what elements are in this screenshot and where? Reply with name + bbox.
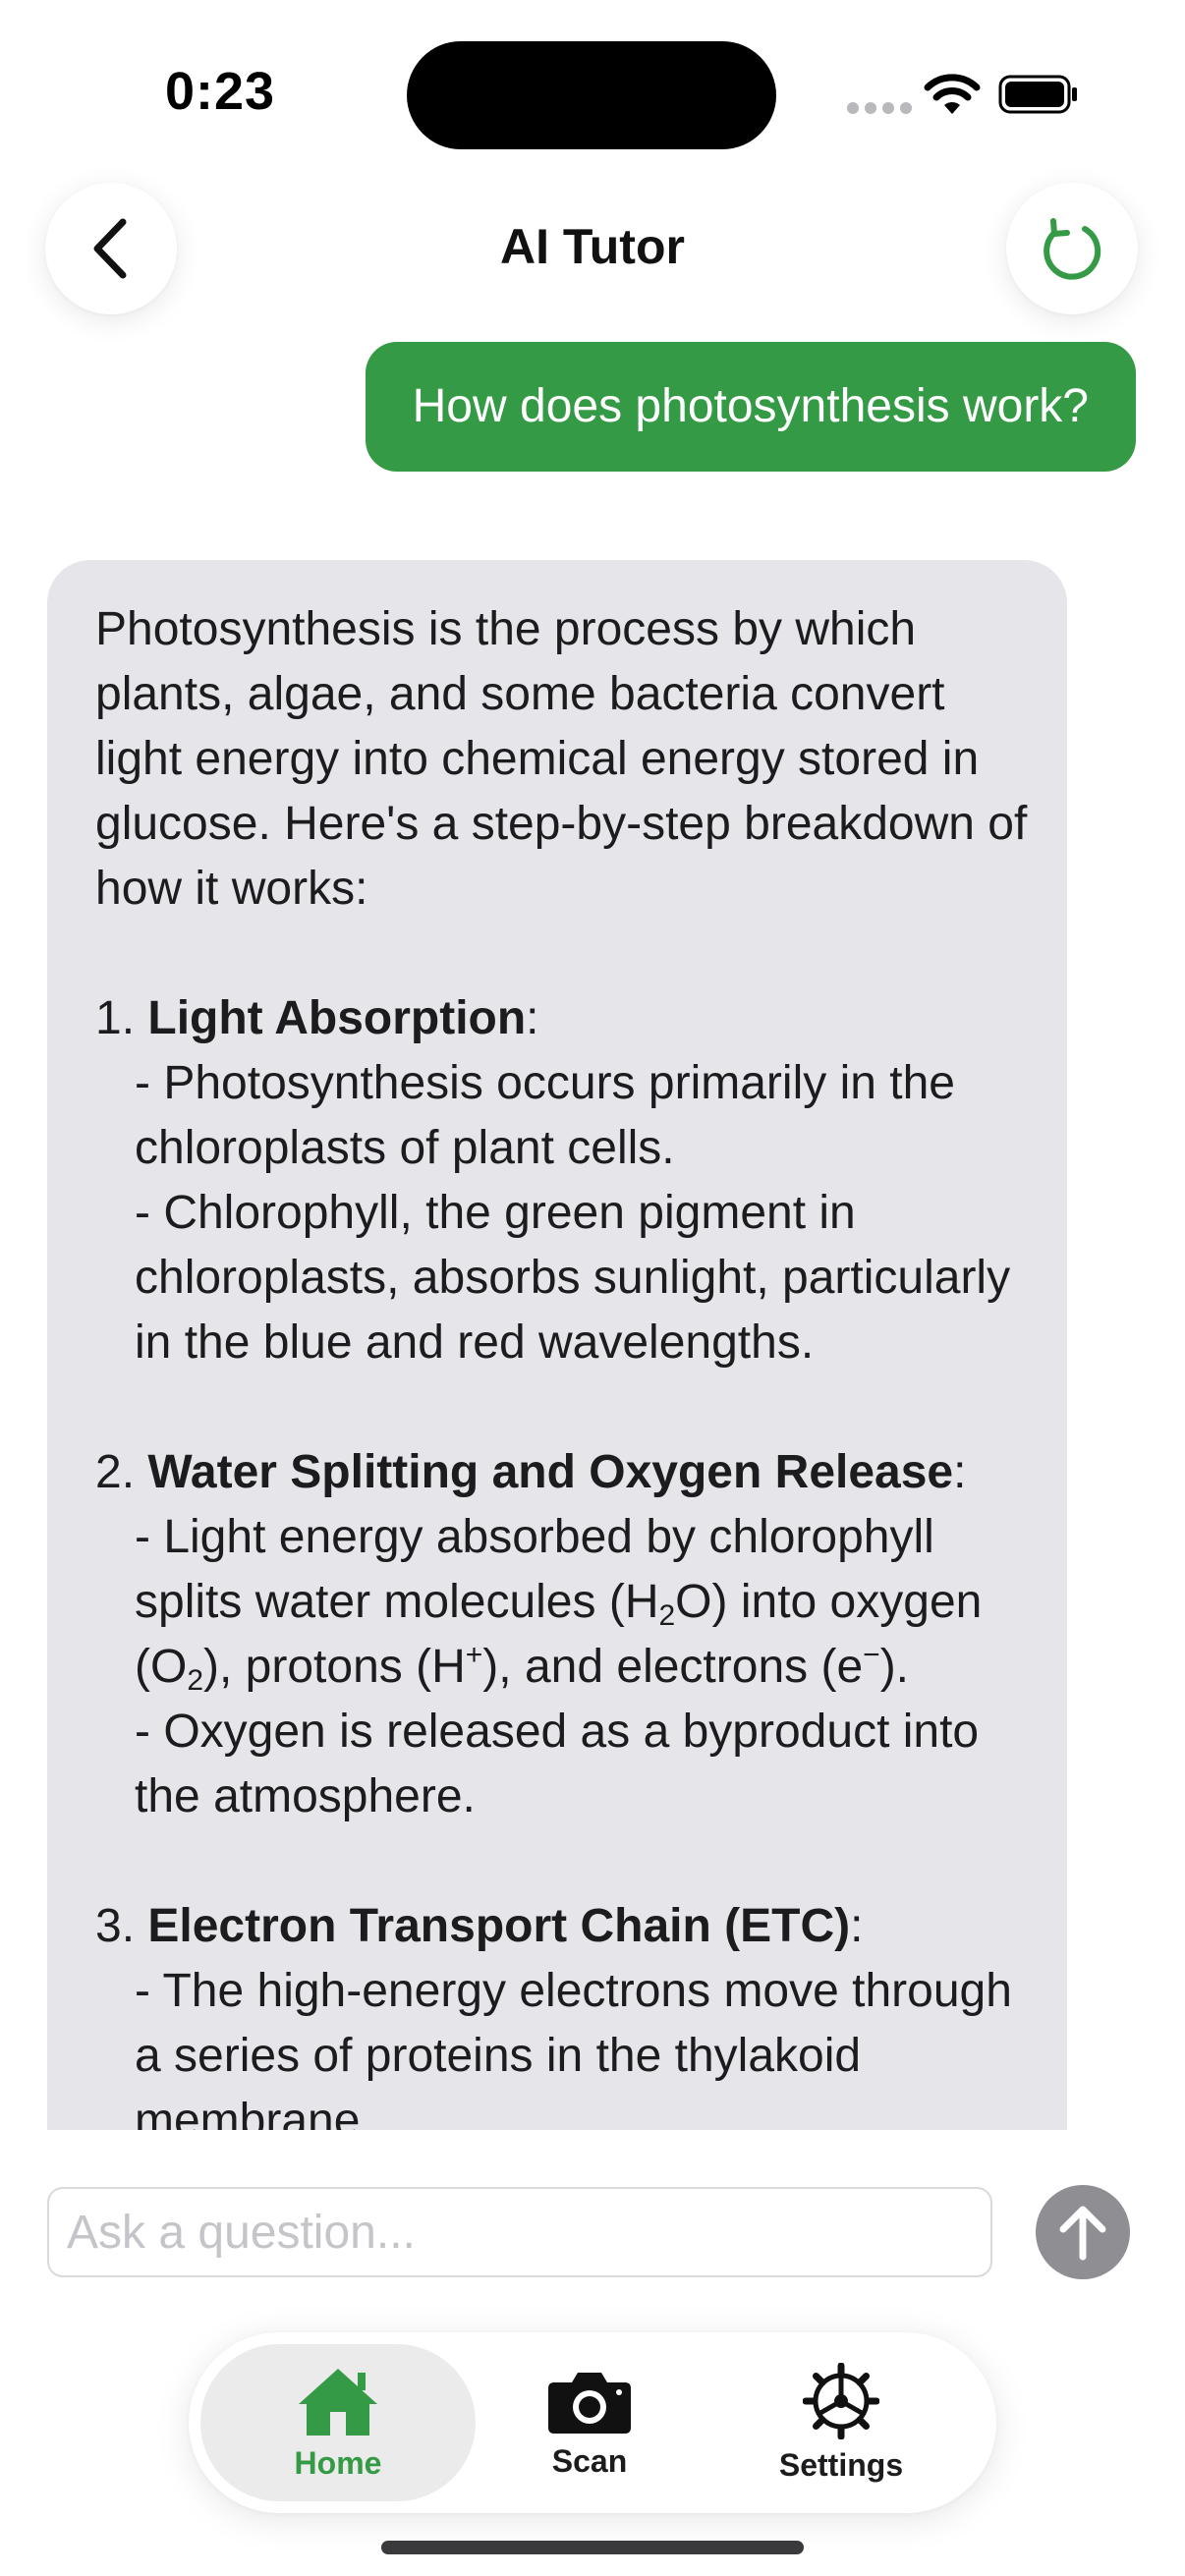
send-button[interactable] — [1036, 2185, 1130, 2279]
gear-icon — [803, 2362, 879, 2439]
assistant-message-bubble: Photosynthesis is the process by which p… — [47, 560, 1067, 2130]
user-message-bubble: How does photosynthesis work? — [365, 342, 1136, 472]
tab-home[interactable]: Home — [200, 2344, 476, 2501]
battery-icon — [998, 75, 1077, 114]
bullet-item: - Chlorophyll, the green pigment in chlo… — [135, 1187, 1011, 1369]
question-input[interactable] — [47, 2187, 992, 2277]
house-icon — [299, 2368, 377, 2436]
cellular-signal-icon — [847, 102, 912, 114]
tab-scan[interactable]: Scan — [452, 2344, 727, 2501]
section-heading: 1. Light Absorption: — [95, 992, 539, 1044]
section-heading: 3. Electron Transport Chain (ETC): — [95, 1900, 864, 1952]
status-time: 0:23 — [165, 62, 276, 121]
chat-scroll-area[interactable]: Photosynthesis is the process by which p… — [47, 560, 1069, 2130]
refresh-button[interactable] — [1006, 183, 1138, 314]
home-indicator — [381, 2541, 804, 2554]
tab-bar: Home Scan Settings — [189, 2332, 996, 2513]
tab-label: Home — [294, 2444, 382, 2481]
tab-label: Settings — [778, 2446, 904, 2483]
bullet-item: - Oxygen is released as a byproduct into… — [135, 1706, 980, 1822]
bullet-item: - Light energy absorbed by chlorophyll s… — [135, 1511, 983, 1697]
bullet-item: - The high-energy electrons move through… — [135, 1965, 1012, 2130]
arrow-up-icon — [1059, 2206, 1106, 2261]
tab-label: Scan — [551, 2442, 628, 2479]
wifi-icon — [924, 74, 981, 114]
bullet-item: - Photosynthesis occurs primarily in the… — [135, 1057, 955, 1174]
tab-settings[interactable]: Settings — [704, 2344, 979, 2501]
assistant-intro: Photosynthesis is the process by which p… — [95, 603, 1028, 915]
dynamic-island — [407, 41, 776, 149]
ai-tutor-screen: 0:23 AI Tutor How does photosynthesis wo… — [0, 0, 1185, 2576]
section-heading: 2. Water Splitting and Oxygen Release: — [95, 1446, 967, 1498]
camera-icon — [548, 2372, 631, 2434]
refresh-icon — [1044, 218, 1101, 280]
